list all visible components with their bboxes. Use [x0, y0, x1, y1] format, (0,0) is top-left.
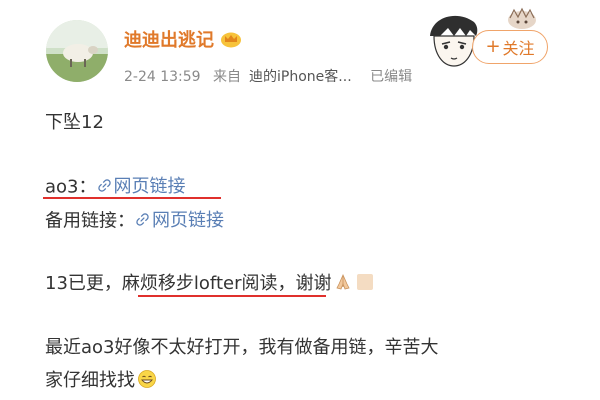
update-suffix: ，谢谢 — [277, 273, 332, 294]
post-line-update: 13已更，麻烦移步lofter阅读，谢谢 — [45, 269, 375, 295]
post-line-backup: 备用链接： 网页链接 — [45, 206, 224, 233]
line5b-text: 家仔细找找 — [45, 370, 135, 391]
backup-link[interactable]: 网页链接 — [135, 206, 224, 232]
username-text[interactable]: 迪迪出逃记 — [124, 26, 214, 52]
username[interactable]: 迪迪出逃记 — [124, 26, 242, 52]
ao3-link[interactable]: 网页链接 — [97, 172, 186, 198]
vip-crown-icon — [221, 32, 241, 48]
plus-icon: + — [485, 36, 501, 57]
ao3-link-text[interactable]: 网页链接 — [114, 172, 186, 198]
follow-label: 关注 — [502, 39, 535, 58]
ao3-label: ao3： — [45, 176, 97, 198]
post-date[interactable]: 2-24 13:59 — [124, 69, 201, 85]
skin-tone-square-icon — [357, 274, 374, 290]
pray-hands-emoji — [336, 274, 351, 290]
link-chain-icon — [97, 178, 111, 192]
source-prefix: 来自 — [213, 69, 242, 85]
post-line-5a: 最近ao3好像不太好打开，我有做备用链，辛苦大 — [45, 337, 439, 358]
follow-button[interactable]: + 关注 — [472, 30, 548, 64]
source-app[interactable]: 迪的iPhone客... — [249, 69, 352, 85]
avatar[interactable] — [46, 20, 108, 82]
post-line-ao3: ao3： 网页链接 — [45, 172, 186, 199]
backup-label: 备用链接： — [45, 210, 135, 232]
avatar-sheep-photo — [46, 20, 108, 82]
edited-label[interactable]: 已编辑 — [370, 69, 412, 85]
lofter-notice: 麻烦移步lofter阅读 — [121, 273, 278, 294]
post-line-5b: 家仔细找找 — [45, 366, 157, 392]
post-meta: 2-24 13:59 来自 迪的iPhone客... 已编辑 — [124, 66, 420, 86]
post-line-1: 下坠12 — [45, 112, 104, 133]
red-underline-ao3 — [43, 197, 221, 199]
red-underline-lofter — [138, 295, 326, 297]
link-chain-icon — [136, 212, 149, 226]
backup-link-text[interactable]: 网页链接 — [152, 206, 224, 232]
grin-emoji — [138, 370, 156, 388]
update-prefix: 13已更， — [45, 273, 122, 294]
